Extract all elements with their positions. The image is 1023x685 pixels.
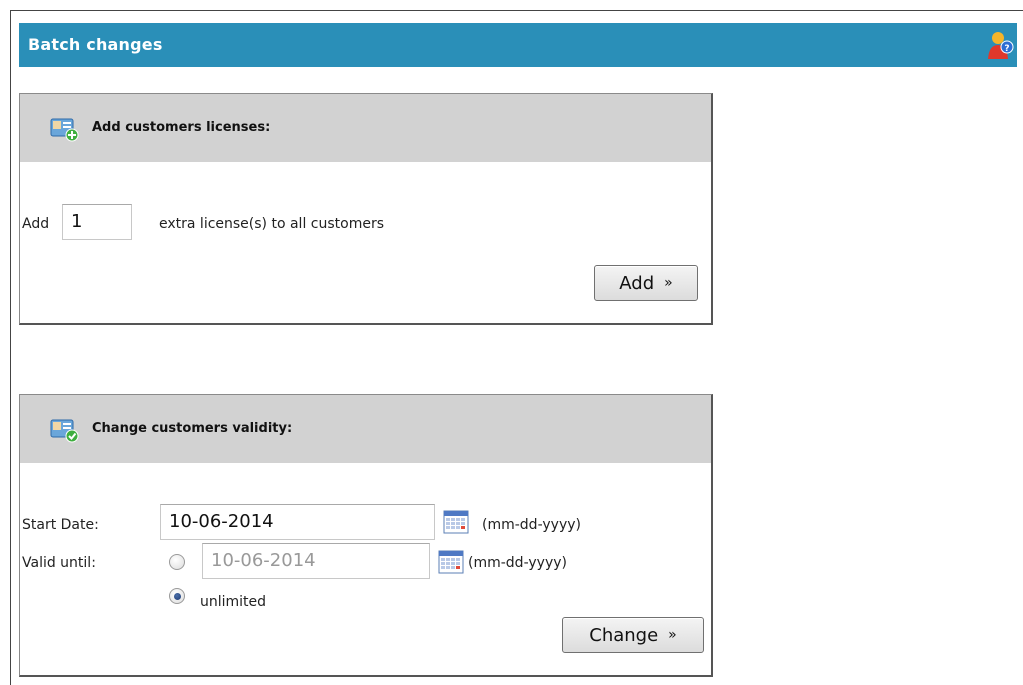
add-button-label: Add: [619, 272, 655, 294]
add-button[interactable]: Add »: [594, 265, 698, 301]
unlimited-radio[interactable]: [169, 588, 185, 604]
page-title: Batch changes: [28, 35, 163, 54]
valid-until-label: Valid until:: [22, 555, 96, 571]
page-header: Batch changes ?: [19, 23, 1017, 67]
add-prefix-label: Add: [22, 216, 50, 232]
valid-until-calendar-icon[interactable]: [438, 549, 464, 575]
validity-title: Change customers validity:: [92, 421, 293, 436]
start-date-label: Start Date:: [22, 517, 99, 533]
valid-until-date-radio[interactable]: [169, 554, 185, 570]
validate-user-icon: [50, 417, 80, 443]
add-licenses-title: Add customers licenses:: [92, 120, 271, 135]
add-licenses-panel: Add customers licenses: Add 1 extra lice…: [19, 93, 713, 325]
help-person-icon[interactable]: ?: [985, 29, 1015, 61]
change-button[interactable]: Change »: [562, 617, 704, 653]
change-button-label: Change: [589, 624, 659, 646]
valid-until-input[interactable]: 10-06-2014: [202, 543, 430, 579]
add-suffix-label: extra license(s) to all customers: [159, 216, 384, 232]
license-count-input[interactable]: 1: [62, 204, 132, 240]
start-calendar-icon[interactable]: [443, 509, 469, 535]
svg-text:?: ?: [1004, 44, 1009, 54]
add-user-icon: [50, 116, 80, 142]
start-date-input[interactable]: 10-06-2014: [160, 504, 435, 540]
add-button-arrow: »: [664, 275, 673, 291]
validity-panel: Change customers validity: Start Date: 1…: [19, 394, 713, 677]
valid-until-format: (mm-dd-yyyy): [468, 555, 567, 571]
unlimited-label: unlimited: [200, 594, 267, 610]
validity-panel-header: Change customers validity:: [20, 395, 711, 463]
change-button-arrow: »: [668, 627, 677, 643]
add-licenses-panel-header: Add customers licenses:: [20, 94, 711, 162]
start-date-format: (mm-dd-yyyy): [482, 517, 581, 533]
